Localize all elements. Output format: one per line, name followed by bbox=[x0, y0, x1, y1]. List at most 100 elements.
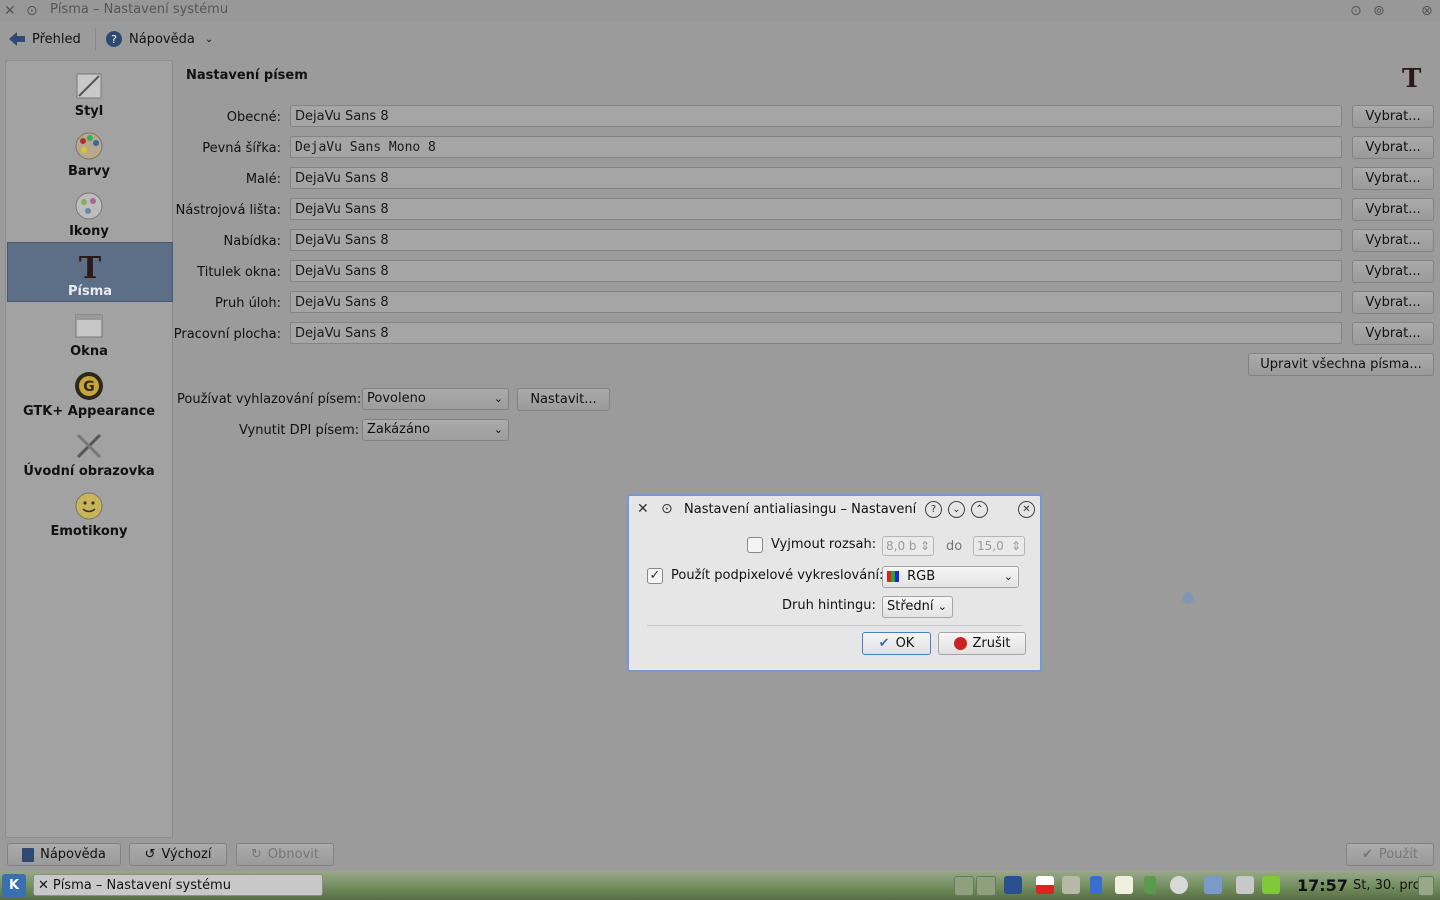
sidebar-item-pisma[interactable]: T Písma bbox=[7, 242, 173, 302]
help-icon: ? bbox=[106, 31, 122, 47]
font-row-label: Nabídka: bbox=[223, 234, 281, 249]
tools-icon[interactable]: ✕ bbox=[637, 501, 649, 517]
hinting-label: Druh hintingu: bbox=[782, 598, 876, 613]
busy-cursor-icon bbox=[1182, 592, 1194, 604]
range-from-value: 8,0 b bbox=[886, 539, 917, 553]
font-value-field: DejaVu Sans 8 bbox=[290, 167, 1342, 189]
spinner-icon: ⇕ bbox=[919, 539, 930, 553]
kde-menu-icon[interactable]: K bbox=[2, 874, 26, 897]
network-icon[interactable] bbox=[1144, 876, 1156, 894]
font-row-label: Titulek okna: bbox=[197, 265, 281, 280]
windows-icon bbox=[75, 314, 103, 338]
toolbar-separator bbox=[95, 28, 96, 50]
overview-button[interactable]: Přehled bbox=[8, 28, 81, 50]
font-value-field: DejaVu Sans 8 bbox=[290, 322, 1342, 344]
range-to-spinbox[interactable]: 15,0 ⇕ bbox=[973, 536, 1025, 556]
help-menu-button[interactable]: ? Nápověda ⌄ bbox=[105, 28, 213, 50]
maximize-icon[interactable]: ⌃ bbox=[971, 501, 988, 518]
sidebar-item-label: Barvy bbox=[67, 164, 111, 179]
defaults-button-label: Výchozí bbox=[161, 847, 212, 862]
choose-font-button[interactable]: Vybrat... bbox=[1352, 198, 1434, 221]
pin-icon[interactable]: ⊙ bbox=[661, 501, 673, 517]
clock-time[interactable]: 17:57 bbox=[1297, 876, 1348, 895]
ok-button[interactable]: ✔ OK bbox=[862, 632, 931, 655]
range-from-spinbox[interactable]: 8,0 b ⇕ bbox=[882, 536, 934, 556]
ok-button-label: OK bbox=[895, 636, 915, 651]
overview-label: Přehled bbox=[32, 31, 81, 47]
sidebar-item-styl[interactable]: Styl bbox=[7, 63, 171, 121]
check-icon: ✓ bbox=[649, 568, 661, 583]
minimize-icon[interactable]: ⌄ bbox=[948, 501, 965, 518]
antialias-label: Používat vyhlazování písem: bbox=[177, 392, 362, 407]
device-icon[interactable] bbox=[1204, 876, 1222, 894]
clipboard-icon[interactable] bbox=[1115, 876, 1133, 894]
panel-toolbox-icon[interactable] bbox=[1418, 876, 1434, 896]
minimize-icon[interactable]: ⊙ bbox=[1350, 3, 1362, 19]
cancel-icon bbox=[953, 637, 967, 650]
colors-icon bbox=[75, 132, 103, 160]
antialias-select[interactable]: Povoleno ⌄ bbox=[362, 388, 509, 410]
font-row-desktop: Pracovní plocha: DejaVu Sans 8 Vybrat... bbox=[170, 322, 1435, 348]
mail-icon[interactable] bbox=[1236, 876, 1254, 894]
font-value-field: DejaVu Sans 8 bbox=[290, 105, 1342, 127]
pager-icon[interactable] bbox=[954, 876, 974, 896]
info-icon[interactable] bbox=[1170, 876, 1188, 894]
keyboard-layout-icon[interactable] bbox=[1036, 876, 1054, 894]
reset-button[interactable]: ↻ Obnovit bbox=[236, 843, 334, 866]
close-icon[interactable]: ✕ bbox=[1018, 501, 1035, 518]
font-row-label: Nástrojová lišta: bbox=[175, 203, 281, 218]
subpixel-label: Použít podpixelové vykreslování: bbox=[671, 568, 884, 583]
close-icon[interactable]: ⊗ bbox=[1421, 3, 1433, 19]
sidebar-item-splash[interactable]: Úvodní obrazovka bbox=[7, 423, 171, 481]
svg-text:?: ? bbox=[111, 33, 117, 46]
font-row-window-title: Titulek okna: DejaVu Sans 8 Vybrat... bbox=[170, 260, 1435, 286]
subpixel-checkbox[interactable]: ✓ bbox=[647, 568, 663, 584]
sidebar-item-gtk[interactable]: G GTK+ Appearance bbox=[7, 363, 171, 421]
maximize-icon[interactable]: ⊚ bbox=[1373, 3, 1385, 19]
fonts-icon: T bbox=[79, 251, 102, 282]
defaults-icon: ↺ bbox=[144, 847, 156, 862]
choose-font-button[interactable]: Vybrat... bbox=[1352, 167, 1434, 190]
dpi-select[interactable]: Zakázáno ⌄ bbox=[362, 419, 509, 441]
dpi-select-value: Zakázáno bbox=[367, 422, 431, 437]
sidebar-item-emotikony[interactable]: Emotikony bbox=[7, 483, 171, 541]
choose-font-button[interactable]: Vybrat... bbox=[1352, 229, 1434, 252]
font-row-toolbar: Nástrojová lišta: DejaVu Sans 8 Vybrat..… bbox=[170, 198, 1435, 224]
fonts-header-icon: T bbox=[1402, 64, 1422, 94]
apply-button[interactable]: ✔ Použít bbox=[1346, 843, 1434, 866]
help-book-icon bbox=[22, 847, 35, 862]
help-button[interactable]: Nápověda bbox=[7, 843, 121, 866]
subpixel-select[interactable]: RGB ⌄ bbox=[882, 566, 1019, 588]
choose-font-button[interactable]: Vybrat... bbox=[1352, 291, 1434, 314]
sidebar-item-barvy[interactable]: Barvy bbox=[7, 123, 171, 181]
exclude-range-checkbox[interactable] bbox=[747, 537, 763, 553]
hinting-select[interactable]: Střední ⌄ bbox=[882, 596, 953, 618]
sidebar-item-ikony[interactable]: Ikony bbox=[7, 183, 171, 241]
task-button-fonts[interactable]: ✕ Písma – Nastavení systému bbox=[33, 874, 323, 896]
toolbar: Přehled ? Nápověda ⌄ bbox=[0, 22, 1440, 56]
volume-icon[interactable] bbox=[1062, 876, 1080, 894]
page-title: Nastavení písem bbox=[186, 68, 308, 83]
bluetooth-icon[interactable] bbox=[1090, 876, 1102, 894]
choose-font-button[interactable]: Vybrat... bbox=[1352, 322, 1434, 345]
sidebar-item-label: Ikony bbox=[69, 224, 109, 239]
font-value-field: DejaVu Sans 8 bbox=[290, 229, 1342, 251]
apply-button-label: Použít bbox=[1378, 847, 1418, 862]
pin-icon[interactable]: ⊙ bbox=[26, 3, 38, 19]
choose-font-button[interactable]: Vybrat... bbox=[1352, 260, 1434, 283]
pager-icon[interactable] bbox=[976, 876, 996, 896]
cancel-button[interactable]: Zrušit bbox=[938, 632, 1026, 655]
adjust-all-fonts-button[interactable]: Upravit všechna písma... bbox=[1248, 353, 1434, 376]
sidebar-item-okna[interactable]: Okna bbox=[7, 303, 171, 361]
taskbar: K ✕ Písma – Nastavení systému bbox=[0, 871, 1440, 900]
show-desktop-icon[interactable] bbox=[1004, 876, 1022, 894]
help-icon[interactable]: ? bbox=[925, 501, 942, 518]
choose-font-button[interactable]: Vybrat... bbox=[1352, 105, 1434, 128]
font-row-general: Obecné: DejaVu Sans 8 Vybrat... bbox=[170, 105, 1435, 131]
defaults-button[interactable]: ↺ Výchozí bbox=[129, 843, 227, 866]
battery-icon[interactable] bbox=[1262, 876, 1280, 894]
font-row-label: Pruh úloh: bbox=[215, 296, 281, 311]
tools-icon[interactable]: ✕ bbox=[4, 3, 16, 19]
configure-antialias-button[interactable]: Nastavit... bbox=[517, 388, 610, 411]
choose-font-button[interactable]: Vybrat... bbox=[1352, 136, 1434, 159]
